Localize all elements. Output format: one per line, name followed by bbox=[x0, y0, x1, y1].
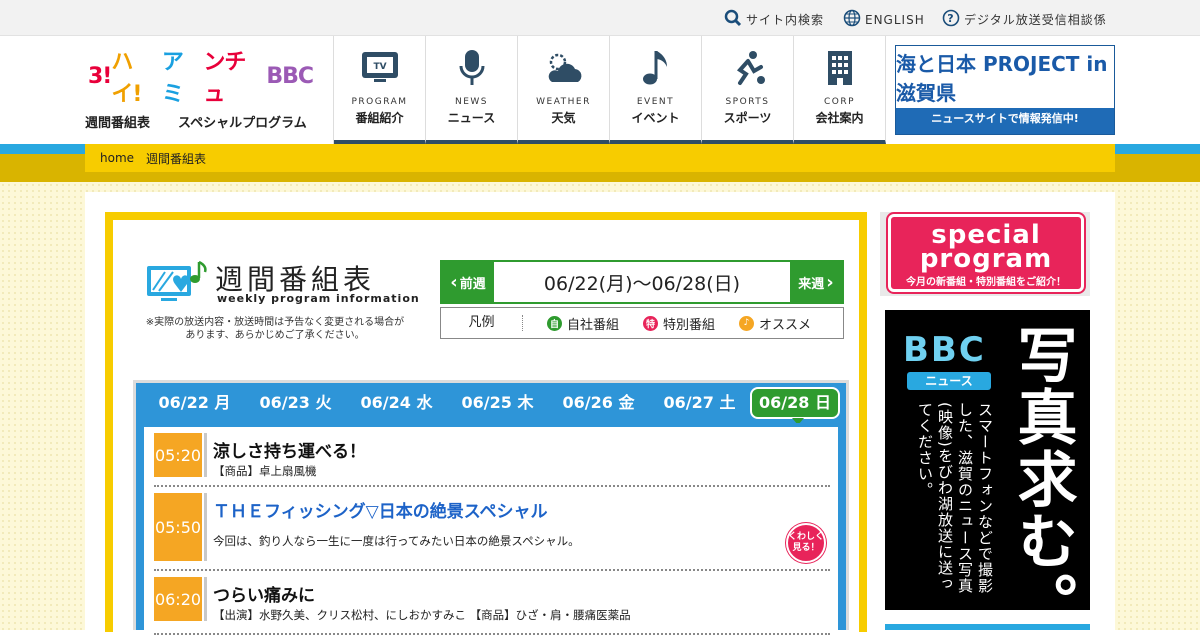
svg-text:?: ? bbox=[947, 12, 954, 25]
tab-0627[interactable]: 06/27 土 bbox=[649, 383, 750, 423]
program-desc: 【出演】水野久美、クリス松村、にしおかすみこ 【商品】ひざ・肩・腰痛医薬品 bbox=[213, 608, 631, 622]
photo-request-text: スマートフォンなどで撮影した、滋賀のニュース写真(映像)をびわ湖放送に送ってくだ… bbox=[916, 402, 994, 594]
program-title[interactable]: ＴＨＥフィッシング▽日本の絶景スペシャル bbox=[213, 497, 548, 522]
recommended-icon: ♪ bbox=[739, 315, 755, 331]
nav-event[interactable]: EVENT イベント bbox=[610, 36, 702, 144]
list-item[interactable]: 05:50 ＴＨＥフィッシング▽日本の絶景スペシャル 今回は、釣り人なら一生に一… bbox=[154, 493, 830, 571]
program-desc: 【商品】卓上扇風機 bbox=[213, 464, 317, 478]
sidebar-next-banner-edge bbox=[885, 624, 1090, 630]
site-search-link[interactable]: サイト内検索 bbox=[724, 9, 824, 30]
utility-bar: サイト内検索 ENGLISH ? デジタル放送受信相談係 bbox=[0, 0, 1200, 36]
program-time: 06:20 bbox=[154, 577, 202, 621]
bbc-logo: BBC bbox=[903, 330, 986, 370]
site-header: 3! ハイ! アミ ンチュ BBC 週間番組表 スペシャルプログラム TV PROGRA… bbox=[0, 36, 1200, 144]
legend-label: 凡例 bbox=[441, 315, 523, 331]
legend-own-program: 自 自社番組 bbox=[547, 314, 619, 333]
day-tabs: 06/22 月 06/23 火 06/24 水 06/25 木 06/26 金 … bbox=[136, 383, 846, 425]
legend-special-program: 特 特別番組 bbox=[643, 314, 715, 333]
building-icon bbox=[828, 51, 852, 85]
site-search-label: サイト内検索 bbox=[746, 13, 825, 27]
special-program-banner[interactable]: special program 今月の新番組・特別番組をご紹介！ bbox=[880, 212, 1090, 296]
station-logo[interactable]: 3! ハイ! アミ ンチュ BBC bbox=[88, 50, 314, 107]
microphone-icon bbox=[459, 50, 485, 85]
weekly-schedule-link[interactable]: 週間番組表 bbox=[85, 112, 150, 131]
tab-0628-active[interactable]: 06/28 日 bbox=[750, 387, 840, 425]
list-item[interactable]: 05:20 涼しさ持ち運べる！ 【商品】卓上扇風機 bbox=[154, 433, 830, 487]
nav-sports[interactable]: SPORTS スポーツ bbox=[702, 36, 794, 144]
tv-icon: TV bbox=[362, 52, 398, 82]
list-item[interactable]: 06:20 つらい痛みに 【出演】水野久美、クリス松村、にしおかすみこ 【商品】… bbox=[154, 577, 830, 635]
photo-request-banner[interactable]: BBC ニュース 写真求む。 スマートフォンなどで撮影した、滋賀のニュース写真(… bbox=[885, 310, 1090, 610]
week-range: 06/22(月)～06/28(日) bbox=[543, 272, 741, 295]
program-title: 涼しさ持ち運べる！ bbox=[213, 442, 366, 462]
umi-banner-caption: ニュースサイトで情報発信中! bbox=[931, 112, 1079, 125]
search-icon bbox=[724, 9, 742, 30]
next-week-button[interactable]: 来週 › bbox=[790, 262, 842, 302]
program-time: 05:20 bbox=[154, 433, 202, 477]
photo-request-headline: 写真求む。 bbox=[1007, 324, 1077, 610]
own-program-icon: 自 bbox=[547, 315, 562, 331]
schedule-notice: ※実際の放送内容・放送時間は予告なく変更される場合があります、あらかじめご了承く… bbox=[145, 317, 405, 341]
svg-text:TV: TV bbox=[373, 62, 386, 72]
music-note-icon bbox=[643, 51, 667, 85]
chevron-left-icon: ‹ bbox=[450, 271, 458, 293]
english-label: ENGLISH bbox=[865, 12, 925, 27]
breadcrumb-home[interactable]: home bbox=[100, 151, 134, 165]
globe-icon bbox=[843, 9, 861, 30]
program-desc: 今回は、釣り人なら一生に一度は行ってみたい日本の絶景スペシャル。 bbox=[213, 534, 580, 548]
prev-week-button[interactable]: ‹ 前週 bbox=[442, 262, 494, 302]
legend: 凡例 自 自社番組 特 特別番組 ♪ オススメ bbox=[440, 307, 844, 339]
tv-heart-icon bbox=[147, 260, 207, 301]
weather-icon bbox=[548, 53, 582, 82]
umi-banner-title: 海と日本 PROJECT in 滋賀県 bbox=[896, 46, 1114, 108]
umi-to-nihon-banner[interactable]: 海と日本 PROJECT in 滋賀県 ニュースサイトで情報発信中! bbox=[895, 45, 1115, 135]
nav-program[interactable]: TV PROGRAM 番組紹介 bbox=[334, 36, 426, 144]
legend-recommended: ♪ オススメ bbox=[739, 314, 811, 333]
news-tag: ニュース bbox=[907, 372, 991, 390]
special-banner-title: special program bbox=[919, 220, 1053, 274]
sports-icon bbox=[736, 51, 765, 85]
breadcrumb: home 週間番組表 bbox=[85, 144, 1115, 172]
digital-consult-label: デジタル放送受信相談係 bbox=[964, 13, 1107, 27]
special-banner-caption: 今月の新番組・特別番組をご紹介！ bbox=[906, 277, 1066, 288]
tab-0622[interactable]: 06/22 月 bbox=[144, 383, 245, 423]
special-program-link[interactable]: スペシャルプログラム bbox=[178, 112, 307, 131]
digital-consult-link[interactable]: ? デジタル放送受信相談係 bbox=[942, 9, 1107, 30]
program-title: つらい痛みに bbox=[213, 586, 315, 606]
more-details-button[interactable]: くわしく見る！ bbox=[786, 523, 826, 563]
tab-0624[interactable]: 06/24 水 bbox=[346, 383, 447, 423]
global-nav: TV PROGRAM 番組紹介 NEWS ニュース WEATHER 天気 EVE… bbox=[333, 36, 886, 144]
page-subtitle: weekly program information bbox=[217, 292, 420, 305]
tab-0623[interactable]: 06/23 火 bbox=[245, 383, 346, 423]
schedule-panel: 06/22 月 06/23 火 06/24 水 06/25 木 06/26 金 … bbox=[133, 380, 849, 635]
help-icon: ? bbox=[942, 9, 960, 30]
tab-0625[interactable]: 06/25 木 bbox=[447, 383, 548, 423]
tab-0626[interactable]: 06/26 金 bbox=[548, 383, 649, 423]
chevron-right-icon: › bbox=[826, 271, 834, 293]
nav-corp[interactable]: CORP 会社案内 bbox=[794, 36, 886, 144]
special-program-icon: 特 bbox=[643, 315, 659, 331]
nav-news[interactable]: NEWS ニュース bbox=[426, 36, 518, 144]
program-time: 05:50 bbox=[154, 493, 202, 561]
program-list: 05:20 涼しさ持ち運べる！ 【商品】卓上扇風機 05:50 ＴＨＥフィッシン… bbox=[144, 423, 838, 635]
english-link[interactable]: ENGLISH bbox=[843, 9, 925, 30]
week-navigator: ‹ 前週 06/22(月)～06/28(日) 来週 › bbox=[440, 260, 844, 304]
breadcrumb-current: 週間番組表 bbox=[146, 151, 207, 166]
nav-weather[interactable]: WEATHER 天気 bbox=[518, 36, 610, 144]
